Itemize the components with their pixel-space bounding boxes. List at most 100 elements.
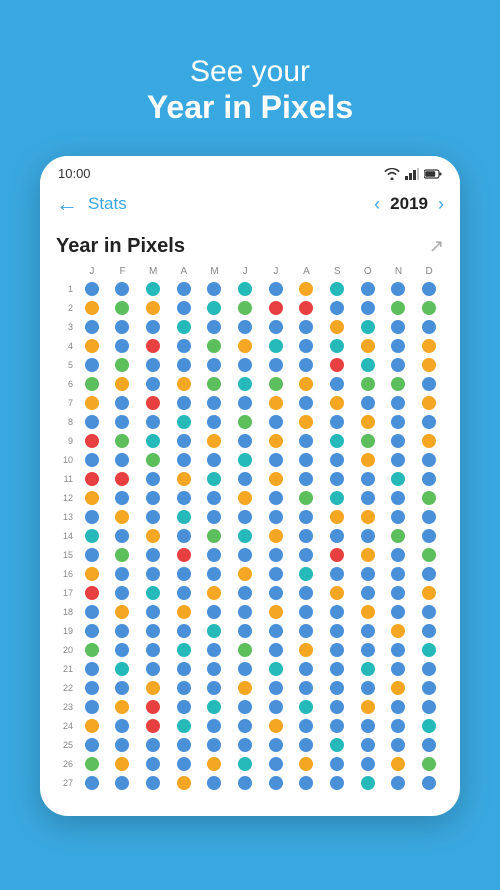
table-row: 13	[56, 508, 444, 526]
mood-dot	[269, 586, 283, 600]
mood-dot	[85, 643, 99, 657]
dot-cell	[230, 679, 260, 697]
mood-dot	[115, 757, 129, 771]
dot-cell	[261, 736, 291, 754]
mood-dot	[177, 719, 191, 733]
dot-cell	[200, 641, 230, 659]
dot-cell	[108, 736, 138, 754]
mood-dot	[330, 491, 344, 505]
day-number: 1	[56, 280, 76, 298]
day-number: 25	[56, 736, 76, 754]
dot-cell	[322, 622, 352, 640]
mood-dot	[330, 358, 344, 372]
share-button[interactable]: ↗	[429, 236, 444, 257]
dot-cell	[414, 508, 444, 526]
mood-dot	[238, 358, 252, 372]
content-area: Year in Pixels ↗ JFMAMJJASOND12345678910…	[40, 225, 460, 816]
dot-cell	[261, 413, 291, 431]
mood-dot	[391, 529, 405, 543]
dot-cell	[353, 489, 383, 507]
dot-cell	[77, 299, 107, 317]
mood-dot	[330, 605, 344, 619]
dot-cell	[108, 774, 138, 792]
day-number: 24	[56, 717, 76, 735]
mood-dot	[361, 719, 375, 733]
mood-dot	[85, 320, 99, 334]
dot-cell	[108, 755, 138, 773]
mood-dot	[422, 415, 436, 429]
dot-cell	[384, 755, 414, 773]
dot-cell	[322, 394, 352, 412]
mood-dot	[361, 662, 375, 676]
mood-dot	[330, 548, 344, 562]
day-number: 16	[56, 565, 76, 583]
dot-cell	[138, 280, 168, 298]
table-row: 6	[56, 375, 444, 393]
mood-dot	[361, 586, 375, 600]
mood-dot	[269, 339, 283, 353]
mood-dot	[422, 339, 436, 353]
mood-dot	[115, 700, 129, 714]
dot-cell	[353, 603, 383, 621]
dot-cell	[200, 451, 230, 469]
mood-dot	[330, 757, 344, 771]
table-row: 23	[56, 698, 444, 716]
dot-cell	[108, 603, 138, 621]
signal-icon	[405, 168, 419, 180]
hero-section: See your Year in Pixels	[147, 0, 353, 126]
day-number: 26	[56, 755, 76, 773]
mood-dot	[422, 396, 436, 410]
table-row: 1	[56, 280, 444, 298]
mood-dot	[269, 396, 283, 410]
dot-cell	[108, 527, 138, 545]
dot-cell	[414, 774, 444, 792]
mood-dot	[207, 662, 221, 676]
mood-dot	[422, 605, 436, 619]
dot-cell	[230, 641, 260, 659]
dot-cell	[138, 755, 168, 773]
mood-dot	[177, 548, 191, 562]
dot-cell	[322, 318, 352, 336]
mood-dot	[422, 529, 436, 543]
day-number: 21	[56, 660, 76, 678]
mood-dot	[115, 776, 129, 790]
dot-cell	[138, 394, 168, 412]
dot-cell	[200, 546, 230, 564]
mood-dot	[391, 434, 405, 448]
next-year-button[interactable]: ›	[438, 194, 444, 215]
dot-cell	[200, 603, 230, 621]
mood-dot	[361, 434, 375, 448]
dot-cell	[77, 375, 107, 393]
dot-cell	[292, 432, 322, 450]
table-row: 17	[56, 584, 444, 602]
mood-dot	[299, 586, 313, 600]
dot-cell	[322, 413, 352, 431]
prev-year-button[interactable]: ‹	[374, 194, 380, 215]
hero-line1: See your	[147, 55, 353, 89]
dot-cell	[200, 584, 230, 602]
dot-cell	[77, 337, 107, 355]
dot-cell	[108, 622, 138, 640]
mood-dot	[146, 586, 160, 600]
mood-dot	[238, 510, 252, 524]
dot-cell	[138, 679, 168, 697]
mood-dot	[269, 662, 283, 676]
month-label: A	[292, 266, 322, 277]
mood-dot	[207, 719, 221, 733]
mood-dot	[177, 643, 191, 657]
dot-cell	[292, 546, 322, 564]
dot-cell	[261, 508, 291, 526]
mood-dot	[391, 510, 405, 524]
dot-cell	[384, 432, 414, 450]
dot-cell	[292, 280, 322, 298]
dot-cell	[261, 280, 291, 298]
back-button[interactable]: ←	[56, 191, 78, 217]
mood-dot	[177, 567, 191, 581]
mood-dot	[391, 472, 405, 486]
mood-dot	[422, 510, 436, 524]
dot-cell	[261, 375, 291, 393]
dot-cell	[414, 546, 444, 564]
table-row: 22	[56, 679, 444, 697]
dot-cell	[261, 489, 291, 507]
mood-dot	[146, 491, 160, 505]
